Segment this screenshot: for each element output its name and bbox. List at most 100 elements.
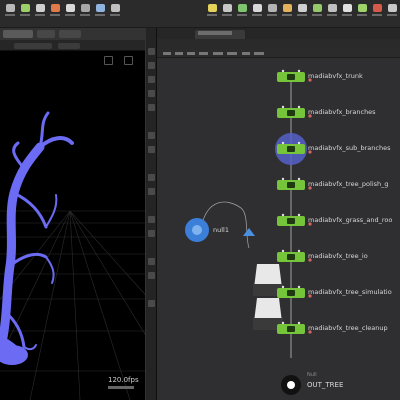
input-connector[interactable] bbox=[281, 69, 285, 73]
select-tool-icon[interactable] bbox=[148, 48, 155, 55]
network-canvas[interactable]: madiabvfx_trunk madiabvfx_branchesmadiabv… bbox=[157, 58, 400, 400]
handle-tool-icon[interactable] bbox=[148, 62, 155, 69]
subnet-node-icon bbox=[287, 110, 295, 116]
input-connector[interactable] bbox=[281, 213, 285, 217]
shelf-tool[interactable] bbox=[371, 4, 383, 18]
network-menu-bar bbox=[157, 49, 400, 58]
subnet-node[interactable]: madiabvfx_tree_simulatio bbox=[277, 285, 392, 298]
output-icon bbox=[287, 381, 295, 389]
input-connector[interactable] bbox=[297, 105, 301, 109]
menu-layout[interactable] bbox=[227, 52, 237, 55]
camera-tool-icon[interactable] bbox=[148, 230, 155, 237]
shelf-tool[interactable] bbox=[4, 4, 16, 18]
template-icon[interactable] bbox=[148, 272, 155, 279]
subnet-node[interactable]: madiabvfx_trunk bbox=[277, 69, 363, 82]
tab-render-view[interactable] bbox=[59, 30, 81, 38]
viewport-tool-strip bbox=[145, 28, 157, 400]
shelf-tool[interactable] bbox=[221, 4, 233, 18]
menu-labs[interactable] bbox=[242, 52, 250, 55]
rotate-tool-icon[interactable] bbox=[148, 90, 155, 97]
menu-edit[interactable] bbox=[175, 52, 183, 55]
input-connector[interactable] bbox=[281, 321, 285, 325]
shelf-tool[interactable] bbox=[281, 4, 293, 18]
input-connector[interactable] bbox=[297, 285, 301, 289]
snap-icon[interactable] bbox=[148, 132, 155, 139]
subnet-node[interactable]: madiabvfx_tree_cleanup bbox=[277, 321, 388, 334]
shelf-tools-right bbox=[206, 4, 398, 18]
input-connector[interactable] bbox=[297, 321, 301, 325]
tree-geometry bbox=[0, 111, 74, 356]
viewport-scene bbox=[0, 111, 145, 400]
subnet-node-icon bbox=[287, 182, 295, 188]
null-wire bbox=[200, 201, 250, 249]
render-icon[interactable] bbox=[148, 300, 155, 307]
shelf-tool[interactable] bbox=[64, 4, 76, 18]
shelf-tool[interactable] bbox=[251, 4, 263, 18]
input-connector[interactable] bbox=[297, 141, 301, 145]
node-label: madiabvfx_tree_simulatio bbox=[308, 288, 392, 296]
null-output-arrow-icon bbox=[243, 228, 255, 236]
subnet-node[interactable]: madiabvfx_grass_and_roo bbox=[277, 213, 392, 226]
menu-add[interactable] bbox=[163, 52, 171, 55]
input-connector[interactable] bbox=[297, 249, 301, 253]
input-connector[interactable] bbox=[281, 177, 285, 181]
subnet-node-icon bbox=[287, 254, 295, 260]
node-label: madiabvfx_branches bbox=[308, 108, 376, 116]
shelf-tool[interactable] bbox=[326, 4, 338, 18]
menu-view[interactable] bbox=[199, 52, 208, 55]
node-list: madiabvfx_trunk madiabvfx_branchesmadiabv… bbox=[275, 69, 392, 334]
network-tab-label bbox=[198, 31, 232, 35]
shelf-tool[interactable] bbox=[236, 4, 248, 18]
null-node-label: null1 bbox=[213, 226, 229, 234]
input-connector[interactable] bbox=[297, 177, 301, 181]
network-editor[interactable]: madiabvfx_trunk madiabvfx_branchesmadiabv… bbox=[157, 28, 400, 400]
shelf-tool[interactable] bbox=[109, 4, 121, 18]
shelf-tool[interactable] bbox=[386, 4, 398, 18]
subnet-node[interactable]: madiabvfx_branches bbox=[277, 105, 376, 118]
shelf-tool[interactable] bbox=[34, 4, 46, 18]
shelf-tool[interactable] bbox=[94, 4, 106, 18]
shelf-tool[interactable] bbox=[79, 4, 91, 18]
wireframe-icon[interactable] bbox=[148, 188, 155, 195]
shelf-tool[interactable] bbox=[19, 4, 31, 18]
out-node-label: OUT_TREE bbox=[307, 381, 343, 389]
shelf-tool[interactable] bbox=[341, 4, 353, 18]
node-label: madiabvfx_grass_and_roo bbox=[308, 216, 392, 224]
node-label: madiabvfx_tree_io bbox=[308, 252, 368, 260]
display-options-icon[interactable] bbox=[148, 174, 155, 181]
input-connector[interactable] bbox=[281, 105, 285, 109]
shelf-tool[interactable] bbox=[206, 4, 218, 18]
camera-menu[interactable] bbox=[14, 43, 52, 49]
light-icon[interactable] bbox=[148, 216, 155, 223]
move-tool-icon[interactable] bbox=[148, 76, 155, 83]
out-node-type: Null bbox=[307, 372, 317, 378]
menu-help[interactable] bbox=[254, 52, 264, 55]
shelf-tool[interactable] bbox=[266, 4, 278, 18]
scale-tool-icon[interactable] bbox=[148, 104, 155, 111]
input-connector[interactable] bbox=[281, 285, 285, 289]
input-connector[interactable] bbox=[297, 213, 301, 217]
frame-stats bbox=[108, 386, 134, 389]
network-path-bar[interactable] bbox=[157, 39, 400, 49]
menu-go[interactable] bbox=[187, 52, 195, 55]
input-connector[interactable] bbox=[281, 141, 285, 145]
subnet-node[interactable]: madiabvfx_sub_branches bbox=[275, 133, 391, 165]
tab-animation-editor[interactable] bbox=[37, 30, 55, 38]
null-node[interactable]: null1 bbox=[185, 218, 229, 242]
fps-readout: 120.0fps bbox=[108, 376, 139, 384]
scene-viewport[interactable]: 120.0fps bbox=[0, 28, 145, 400]
shelf-tool[interactable] bbox=[311, 4, 323, 18]
input-connector[interactable] bbox=[297, 69, 301, 73]
subnet-node[interactable]: madiabvfx_tree_polish_g bbox=[277, 177, 389, 190]
out-node[interactable]: Null OUT_TREE bbox=[281, 372, 343, 395]
visibility-icon[interactable] bbox=[148, 258, 155, 265]
menu-tools[interactable] bbox=[213, 52, 223, 55]
tab-scene-view[interactable] bbox=[3, 30, 33, 38]
display-menu[interactable] bbox=[58, 43, 80, 49]
shelf-tool[interactable] bbox=[356, 4, 368, 18]
shelf-tool[interactable] bbox=[49, 4, 61, 18]
node-label: madiabvfx_trunk bbox=[308, 72, 363, 80]
shelf-tool[interactable] bbox=[296, 4, 308, 18]
snap-grid-icon[interactable] bbox=[148, 146, 155, 153]
input-connector[interactable] bbox=[281, 249, 285, 253]
